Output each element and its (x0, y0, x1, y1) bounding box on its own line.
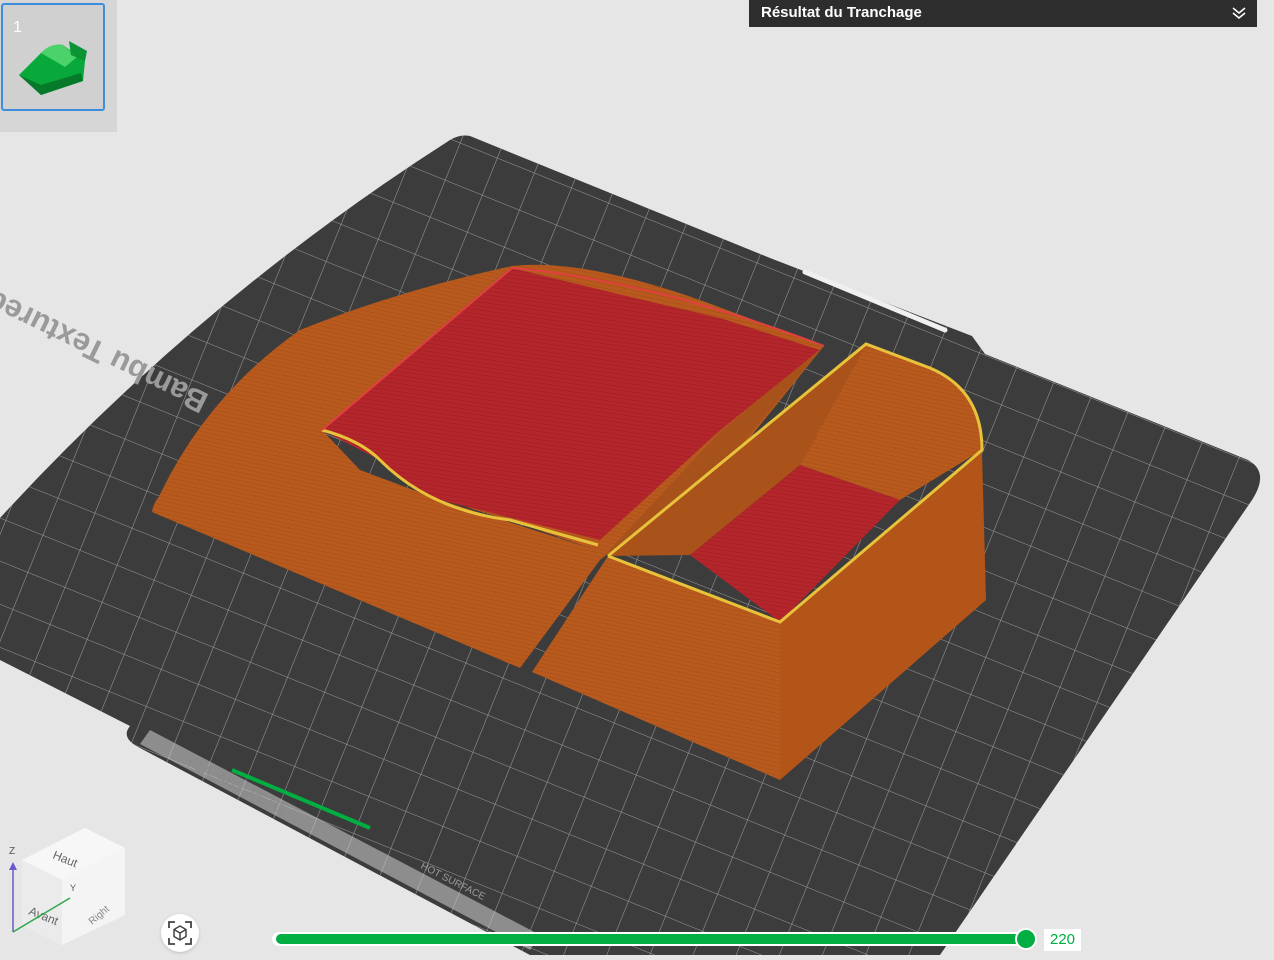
axis-z-label: Z (9, 846, 15, 857)
layer-slider-fill (276, 934, 1026, 944)
model-preview-icon (19, 41, 87, 95)
3d-viewport[interactable]: Bambu Textured PEI Plate PLA, ABS, PETG … (0, 0, 1274, 960)
view-cube[interactable]: Haut Avant Right Z Y (0, 820, 140, 960)
slice-result-title: Résultat du Tranchage (761, 4, 922, 21)
axis-z-arrow-icon (9, 862, 17, 870)
slice-result-panel[interactable]: Résultat du Tranchage (749, 0, 1257, 27)
snapshot-button[interactable] (161, 914, 199, 952)
plate-thumbnail[interactable]: 1 (1, 3, 105, 111)
layer-slider[interactable] (272, 928, 1040, 950)
layer-value-label: 220 (1044, 929, 1082, 951)
viewport-canvas[interactable]: Bambu Textured PEI Plate PLA, ABS, PETG … (0, 0, 1274, 955)
plate-name-label: Bambu Textured PEI Plate (0, 221, 213, 421)
axis-y-label: Y (70, 883, 76, 893)
double-chevron-down-icon[interactable] (1231, 6, 1247, 25)
layer-slider-handle[interactable] (1015, 928, 1037, 950)
cube-capture-icon (168, 921, 192, 945)
plate-list-panel: 1 (0, 0, 117, 132)
